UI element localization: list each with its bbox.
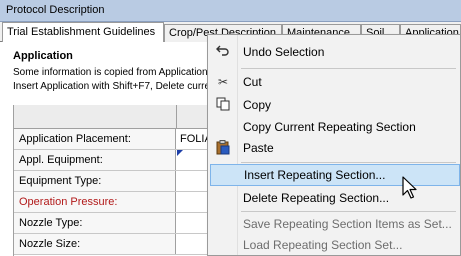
menu-separator: [241, 211, 456, 212]
row-label: Appl. Equipment:: [14, 150, 176, 170]
context-menu: Undo Selection ✂ Cut Copy Copy Current R…: [207, 34, 461, 256]
undo-icon: [214, 44, 232, 60]
menu-item-delete-repeating-section[interactable]: Delete Repeating Section...: [210, 187, 460, 209]
menu-item-label: Undo Selection: [243, 45, 325, 59]
tab-trial-establishment-guidelines[interactable]: Trial Establishment Guidelines: [2, 22, 164, 43]
menu-item-load-repeating-section-set[interactable]: Load Repeating Section Set...: [210, 234, 460, 256]
cell-marker-icon: [177, 150, 183, 156]
menu-item-paste[interactable]: Paste: [210, 137, 460, 159]
info-text-line-1: Some information is copied from Applicat…: [13, 67, 208, 78]
window-title-bar: Protocol Description: [0, 0, 461, 22]
scissors-icon: ✂: [217, 75, 229, 89]
menu-item-undo-selection[interactable]: Undo Selection: [210, 41, 460, 63]
menu-item-label: Copy Current Repeating Section: [243, 120, 416, 134]
application-grid: Application Placement: FOLIAR Appl. Equi…: [13, 105, 214, 256]
menu-item-label: Save Repeating Section Items as Set...: [243, 217, 452, 231]
menu-item-copy[interactable]: Copy: [210, 94, 460, 116]
grid-column-divider: [176, 105, 177, 129]
table-row[interactable]: Equipment Type:: [14, 171, 214, 192]
row-label: Nozzle Size:: [14, 234, 176, 254]
table-row[interactable]: Appl. Equipment:: [14, 150, 214, 171]
menu-separator: [241, 162, 456, 163]
table-row[interactable]: Application Placement: FOLIAR: [14, 129, 214, 150]
mouse-cursor-icon: [402, 176, 420, 200]
row-label: Nozzle Type:: [14, 213, 176, 233]
section-title: Application: [13, 50, 73, 62]
menu-item-copy-current-repeating-section[interactable]: Copy Current Repeating Section: [210, 116, 460, 138]
menu-item-label: Cut: [243, 75, 262, 89]
row-label: Equipment Type:: [14, 171, 176, 191]
menu-item-label: Paste: [243, 141, 274, 155]
table-row[interactable]: Nozzle Type:: [14, 213, 214, 234]
menu-item-cut[interactable]: ✂ Cut: [210, 71, 460, 93]
info-text-line-2: Insert Application with Shift+F7, Delete…: [13, 81, 213, 92]
grid-header-row: [14, 105, 214, 129]
menu-item-insert-repeating-section[interactable]: Insert Repeating Section...: [210, 164, 460, 186]
menu-item-label: Copy: [243, 98, 272, 112]
clipboard-icon: [214, 140, 232, 156]
window-title: Protocol Description: [6, 4, 105, 16]
row-label: Application Placement:: [14, 129, 176, 149]
menu-separator: [241, 68, 456, 69]
table-row[interactable]: Nozzle Size:: [14, 234, 214, 255]
table-row[interactable]: Operation Pressure:: [14, 192, 214, 213]
menu-item-label: Insert Repeating Section...: [244, 168, 386, 182]
menu-item-label: Delete Repeating Section...: [243, 191, 390, 205]
menu-item-save-repeating-section-items-as-set[interactable]: Save Repeating Section Items as Set...: [210, 213, 460, 235]
row-label: Operation Pressure:: [14, 192, 176, 212]
copy-icon: [214, 97, 232, 113]
menu-item-label: Load Repeating Section Set...: [243, 238, 403, 252]
